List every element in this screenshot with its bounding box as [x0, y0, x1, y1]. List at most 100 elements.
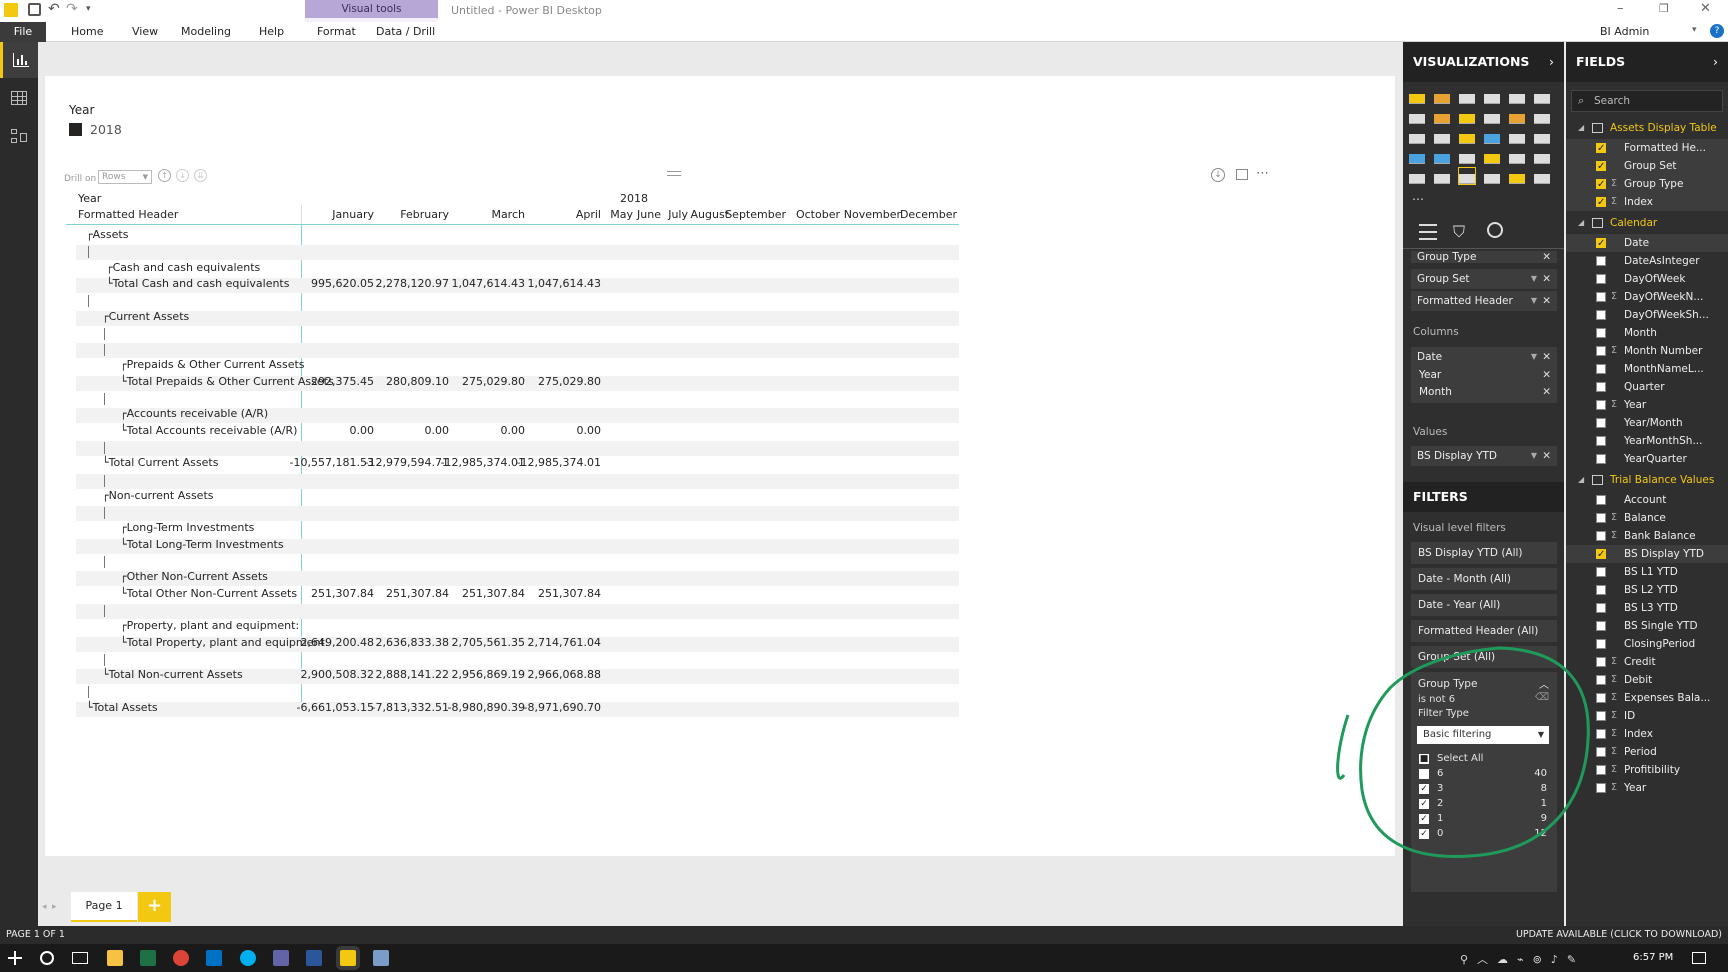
- checkbox-icon[interactable]: [1596, 585, 1606, 595]
- field-table-header[interactable]: ◢ Trial Balance Values: [1566, 470, 1728, 490]
- data-view-button[interactable]: [0, 80, 38, 116]
- field-item[interactable]: Account: [1566, 491, 1728, 509]
- well-columns-month[interactable]: Month: [1419, 382, 1452, 402]
- line-chart-icon[interactable]: [1409, 108, 1425, 124]
- chevron-down-icon[interactable]: ▾: [1692, 25, 1697, 35]
- field-item[interactable]: DayOfWeekSh...: [1566, 306, 1728, 324]
- undo-icon[interactable]: ↶: [48, 1, 60, 17]
- filter-card-formatted-header[interactable]: Formatted Header (All): [1411, 620, 1557, 642]
- gauge-icon[interactable]: [1459, 148, 1475, 164]
- column-header-month[interactable]: April: [576, 208, 601, 221]
- notification-icon[interactable]: [1692, 952, 1706, 964]
- field-item[interactable]: Date: [1566, 234, 1728, 253]
- field-item[interactable]: Month: [1566, 324, 1728, 342]
- chrome-icon[interactable]: [173, 950, 189, 966]
- card-icon[interactable]: [1484, 148, 1500, 164]
- arcgis-icon[interactable]: [1534, 168, 1550, 184]
- chevron-right-icon[interactable]: ›: [1549, 42, 1554, 82]
- row-label[interactable]: └Total Non-current Assets: [102, 668, 243, 681]
- field-item[interactable]: Σ Balance: [1566, 509, 1728, 527]
- checkbox-icon[interactable]: [1596, 436, 1606, 446]
- row-label[interactable]: ┌Cash and cash equivalents: [106, 261, 260, 274]
- column-header-month[interactable]: November: [844, 208, 901, 221]
- field-item[interactable]: BS L2 YTD: [1566, 581, 1728, 599]
- row-label[interactable]: ┌Prepaids & Other Current Assets: [120, 358, 305, 371]
- drill-select[interactable]: Rows ▼: [98, 170, 152, 184]
- column-header-month[interactable]: January: [332, 208, 374, 221]
- expand-all-icon[interactable]: ⇊: [194, 169, 207, 182]
- field-item[interactable]: YearMonthSh...: [1566, 432, 1728, 450]
- tab-page-1[interactable]: Page 1: [71, 892, 137, 922]
- field-item[interactable]: Σ Month Number: [1566, 342, 1728, 360]
- tab-data-drill[interactable]: Data / Drill: [376, 22, 435, 42]
- collapse-triangle-icon[interactable]: ◢: [1578, 118, 1584, 138]
- system-tray-icons[interactable]: ⚲︿☁⌁⊚♪✎: [1460, 951, 1585, 967]
- tab-format[interactable]: Format: [317, 22, 356, 42]
- teams-icon[interactable]: [273, 950, 289, 966]
- checkbox-icon[interactable]: [1596, 603, 1606, 613]
- checkbox-icon[interactable]: [1596, 346, 1606, 356]
- waterfall-icon[interactable]: [1409, 128, 1425, 144]
- more-visuals-icon[interactable]: ⋯: [1412, 192, 1424, 206]
- scatter-icon[interactable]: [1434, 128, 1450, 144]
- prev-page-icon[interactable]: ◂: [42, 902, 47, 912]
- row-label[interactable]: └Total Other Non-Current Assets: [120, 587, 297, 600]
- tab-help[interactable]: Help: [259, 22, 284, 42]
- add-page-button[interactable]: +: [138, 892, 171, 922]
- kpi-icon[interactable]: [1534, 148, 1550, 164]
- tab-modeling[interactable]: Modeling: [181, 22, 231, 42]
- checkbox-checked-icon[interactable]: [1596, 140, 1606, 158]
- well-rows-formatted-header[interactable]: Formatted Header ▼ ✕: [1411, 291, 1557, 311]
- column-header-month[interactable]: September: [725, 208, 786, 221]
- column-header-month[interactable]: February: [400, 208, 449, 221]
- checkbox-checked-icon[interactable]: [1596, 158, 1606, 176]
- line-column-icon[interactable]: [1484, 108, 1500, 124]
- 100-column-icon[interactable]: [1534, 88, 1550, 104]
- funnel-icon[interactable]: [1434, 148, 1450, 164]
- powerbi-taskbar-icon[interactable]: [340, 950, 356, 966]
- filter-card-date-month[interactable]: Date - Month (All): [1411, 568, 1557, 590]
- field-item[interactable]: Σ Index: [1566, 193, 1728, 212]
- row-label[interactable]: └Total Accounts receivable (A/R): [120, 424, 297, 437]
- donut-icon[interactable]: [1484, 128, 1500, 144]
- field-item[interactable]: Σ Year: [1566, 396, 1728, 414]
- redo-icon[interactable]: ↷: [66, 1, 78, 17]
- row-label[interactable]: └Total Prepaids & Other Current Assets: [120, 375, 334, 388]
- field-item[interactable]: Σ DayOfWeekN...: [1566, 288, 1728, 306]
- stacked-column-icon[interactable]: [1434, 88, 1450, 104]
- remote-desktop-icon[interactable]: [373, 950, 389, 966]
- row-label[interactable]: ┌Current Assets: [102, 310, 189, 323]
- update-available-link[interactable]: UPDATE AVAILABLE (CLICK TO DOWNLOAD): [1516, 929, 1722, 940]
- row-label[interactable]: └Total Cash and cash equivalents: [106, 277, 289, 290]
- checkbox-icon[interactable]: [1596, 513, 1606, 523]
- well-rows-group-type[interactable]: Group Type ✕: [1411, 251, 1557, 263]
- more-options-icon[interactable]: ⋯: [1256, 166, 1269, 181]
- minimize-button[interactable]: –: [1617, 1, 1624, 16]
- ribbon-chart-icon[interactable]: [1534, 108, 1550, 124]
- column-header-month[interactable]: October: [796, 208, 840, 221]
- well-rows-group-set[interactable]: Group Set ▼ ✕: [1411, 269, 1557, 289]
- checkbox-checked-icon[interactable]: [1596, 546, 1606, 564]
- slicer-icon[interactable]: [1409, 168, 1425, 184]
- treemap-icon[interactable]: [1509, 128, 1525, 144]
- tab-file[interactable]: File: [0, 22, 46, 42]
- field-table-header[interactable]: ◢ Calendar: [1566, 213, 1728, 233]
- column-header-month[interactable]: July: [668, 208, 688, 221]
- focus-mode-icon[interactable]: [1236, 169, 1248, 180]
- close-button[interactable]: ✕: [1700, 1, 1711, 16]
- user-name[interactable]: BI Admin: [1600, 22, 1649, 42]
- collapse-triangle-icon[interactable]: ◢: [1578, 213, 1584, 233]
- fields-tab-icon[interactable]: [1419, 224, 1437, 240]
- file-explorer-icon[interactable]: [107, 950, 123, 966]
- analytics-magnifier-icon[interactable]: [1487, 222, 1503, 238]
- field-item[interactable]: BS Display YTD: [1566, 545, 1728, 564]
- checkbox-icon[interactable]: [1596, 328, 1606, 338]
- checkbox-checked-icon[interactable]: [1596, 235, 1606, 253]
- drill-up-icon[interactable]: ↑: [158, 169, 171, 182]
- drill-down-icon[interactable]: ↓: [176, 169, 189, 182]
- multirow-card-icon[interactable]: [1509, 148, 1525, 164]
- row-label[interactable]: └Total Assets: [86, 701, 158, 714]
- export-icon[interactable]: ↓: [1211, 168, 1225, 182]
- field-item[interactable]: BS L3 YTD: [1566, 599, 1728, 617]
- pie-icon[interactable]: [1459, 128, 1475, 144]
